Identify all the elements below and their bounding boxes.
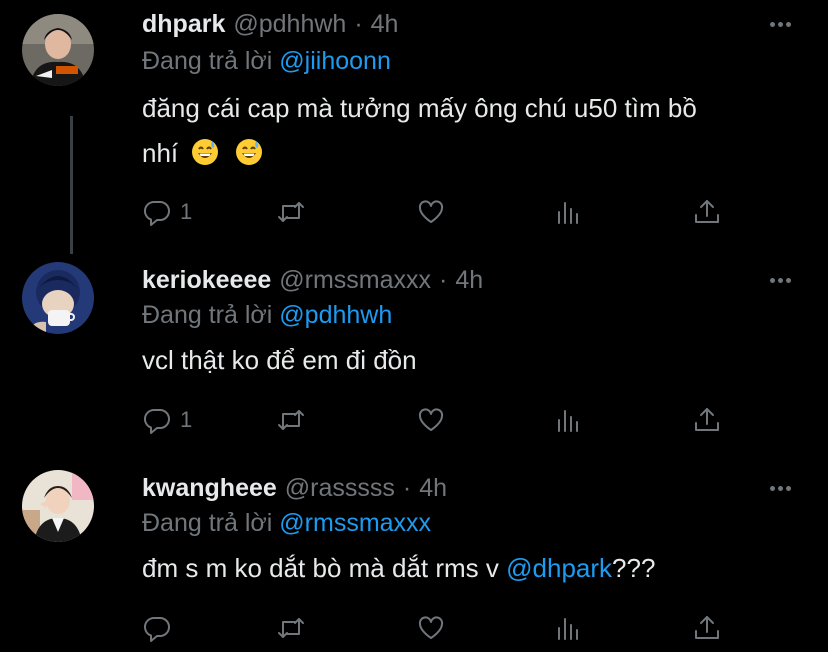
retweet-icon [278,618,304,638]
tweet-text: đăng cái cap mà tưởng mấy ông chú u50 tì… [142,86,792,176]
timestamp[interactable]: 4h [419,474,447,503]
tweet[interactable]: kwangheee @rasssss · 4h Đang trả lời @rm… [0,456,828,652]
like-icon [418,408,444,431]
like-button[interactable] [416,194,446,230]
username[interactable]: @rmssmaxxx [279,266,431,295]
replying-to: Đang trả lời @pdhhwh [142,301,392,330]
display-name[interactable]: dhpark [142,10,225,39]
share-icon [695,200,719,223]
separator-dot: · [439,265,448,294]
tweet-text: đm s m ko dắt bò mà dắt rms v @dhpark??? [142,546,792,591]
views-icon [558,410,578,432]
tweet-text-fragment: ??? [612,553,656,583]
tweet-header: keriokeeee @rmssmaxxx · 4h [142,264,483,296]
views-button[interactable] [554,610,584,646]
display-name[interactable]: keriokeeee [142,266,271,295]
grinning-face-with-sweat-icon [192,139,219,165]
views-button[interactable] [554,194,584,230]
reply-button[interactable]: 1 [142,194,192,230]
replying-to-label: Đang trả lời [142,47,273,75]
tweet-text: vcl thật ko để em đi đồn [142,345,417,375]
reply-icon [143,616,170,642]
tweet-actions: 1 [142,194,742,230]
like-icon [418,200,444,223]
more-icon[interactable] [770,8,794,40]
avatar[interactable] [22,470,94,542]
reply-count: 1 [180,407,193,432]
tweet-text-fragment: đm s m ko dắt bò mà dắt rms v [142,553,507,583]
tweet-actions: 1 [142,402,742,438]
views-icon [558,618,578,640]
retweet-button[interactable] [276,194,306,230]
timestamp[interactable]: 4h [455,266,483,295]
views-button[interactable] [554,402,584,438]
tweet-text-line: đăng cái cap mà tưởng mấy ông chú u50 tì… [142,93,697,123]
tweet-header: dhpark @pdhhwh · 4h [142,8,398,40]
tweet[interactable]: dhpark @pdhhwh · 4h Đang trả lời @jiihoo… [0,0,828,240]
avatar[interactable] [22,262,94,334]
retweet-icon [278,202,304,222]
replying-to: Đang trả lời @jiihoonn [142,47,391,76]
separator-dot: · [354,9,363,38]
retweet-button[interactable] [276,402,306,438]
more-icon[interactable] [770,264,794,296]
tweet-text-line: nhí [142,131,792,176]
like-icon [418,616,444,639]
more-icon[interactable] [770,472,794,504]
tweet-header: kwangheee @rasssss · 4h [142,472,447,504]
retweet-button[interactable] [276,610,306,646]
tweet-text-fragment: nhí [142,138,179,168]
replying-to: Đang trả lời @rmssmaxxx [142,509,431,538]
username[interactable]: @rasssss [285,474,395,503]
reply-icon [143,200,170,226]
reply-button[interactable] [142,610,180,646]
share-button[interactable] [692,194,722,230]
grinning-face-with-sweat-icon [235,139,262,165]
views-icon [558,202,578,224]
replying-to-label: Đang trả lời [142,301,273,329]
replying-to-mention[interactable]: @pdhhwh [279,301,392,329]
reply-icon [143,408,170,434]
replying-to-mention[interactable]: @jiihoonn [279,47,391,75]
tweet-actions [142,610,742,646]
share-button[interactable] [692,402,722,438]
reply-button[interactable]: 1 [142,402,192,438]
timestamp[interactable]: 4h [371,10,399,39]
replying-to-label: Đang trả lời [142,509,273,537]
reply-count: 1 [180,199,193,224]
like-button[interactable] [416,610,446,646]
share-icon [695,408,719,431]
tweet[interactable]: keriokeeee @rmssmaxxx · 4h Đang trả lời … [0,248,828,448]
username[interactable]: @pdhhwh [233,10,346,39]
share-button[interactable] [692,610,722,646]
replying-to-mention[interactable]: @rmssmaxxx [279,509,431,537]
share-icon [695,616,719,639]
avatar[interactable] [22,14,94,86]
display-name[interactable]: kwangheee [142,474,277,503]
retweet-icon [278,410,304,430]
separator-dot: · [402,473,412,502]
tweet-mention[interactable]: @dhpark [506,553,612,583]
like-button[interactable] [416,402,446,438]
